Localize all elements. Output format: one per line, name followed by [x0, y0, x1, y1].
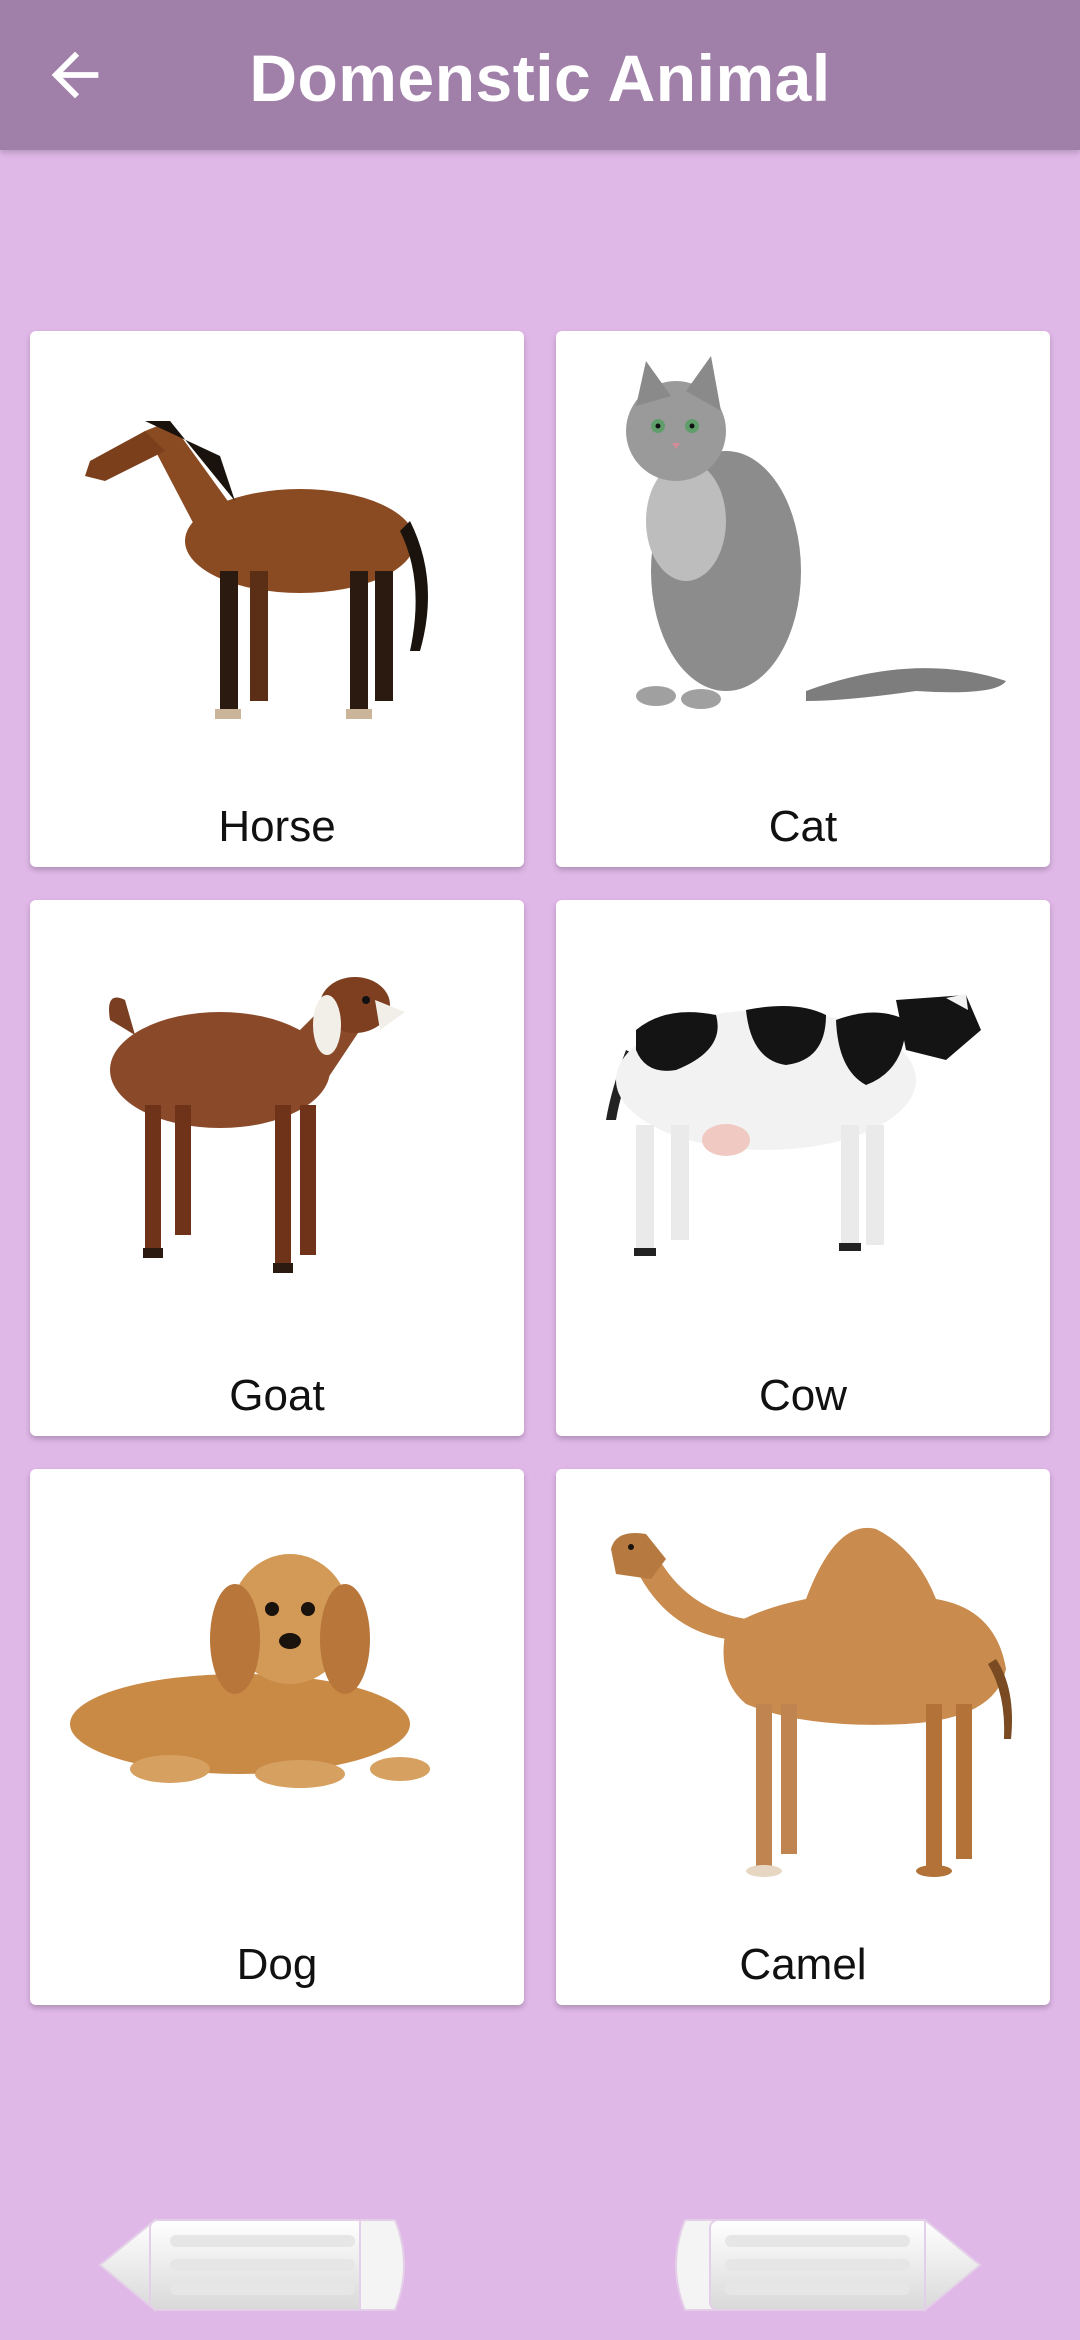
animal-card-camel[interactable]: Camel: [556, 1469, 1050, 2005]
animal-card-horse[interactable]: Horse: [30, 331, 524, 867]
pencil-arrow-left-icon[interactable]: [95, 2210, 415, 2320]
camel-image: [611, 1527, 1012, 1877]
dog-image: [70, 1554, 430, 1788]
card-label: Goat: [229, 1371, 325, 1420]
animal-card-goat[interactable]: Goat: [30, 900, 524, 1436]
card-label: Cow: [758, 1371, 848, 1420]
card-label: Cat: [768, 802, 838, 851]
cat-image: [626, 356, 1006, 709]
page-title: Domenstic Animal: [249, 41, 831, 115]
card-label: Camel: [739, 1940, 867, 1989]
animal-card-dog[interactable]: Dog: [30, 1469, 524, 2005]
horse-image: [85, 421, 428, 719]
cow-image: [606, 994, 981, 1256]
goat-image: [109, 977, 405, 1273]
card-label: Horse: [218, 802, 336, 851]
card-label: Dog: [236, 1940, 318, 1989]
app-bar: Domenstic Animal: [0, 0, 1080, 150]
pencil-arrow-right-icon[interactable]: [665, 2210, 985, 2320]
animal-card-cow[interactable]: Cow: [556, 900, 1050, 1436]
animal-card-cat[interactable]: Cat: [556, 331, 1050, 867]
